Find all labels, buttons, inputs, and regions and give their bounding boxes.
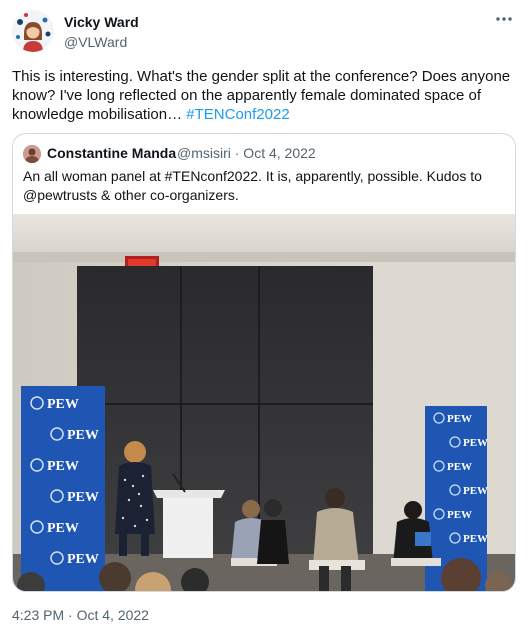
svg-text:PEW: PEW	[47, 521, 79, 536]
tweet-card: Vicky Ward @VLWard This is interesting. …	[0, 0, 528, 634]
tweet-text: This is interesting. What's the gender s…	[12, 67, 512, 124]
quoted-tweet[interactable]: Constantine Manda @msisiri · Oct 4, 2022…	[12, 133, 516, 592]
svg-text:PEW: PEW	[463, 533, 488, 545]
svg-text:PEW: PEW	[447, 413, 472, 425]
svg-text:PEW: PEW	[67, 490, 99, 505]
tweet-timestamp[interactable]: 4:23 PM · Oct 4, 2022	[12, 607, 149, 623]
svg-text:PEW: PEW	[463, 485, 488, 497]
quoted-author-meta[interactable]: @msisiri · Oct 4, 2022	[177, 145, 316, 161]
more-horizontal-icon	[496, 17, 512, 21]
svg-text:PEW: PEW	[47, 459, 79, 474]
quoted-author-avatar[interactable]	[23, 145, 41, 163]
svg-text:PEW: PEW	[447, 509, 472, 521]
svg-text:PEW: PEW	[67, 552, 99, 567]
svg-text:PEW: PEW	[47, 397, 79, 412]
more-options-button[interactable]	[492, 10, 516, 28]
quoted-author-name[interactable]: Constantine Manda	[47, 145, 176, 161]
svg-text:PEW: PEW	[447, 461, 472, 473]
quoted-tweet-text: An all woman panel at #TENconf2022. It i…	[23, 168, 482, 203]
author-avatar[interactable]	[12, 10, 54, 52]
svg-text:PEW: PEW	[67, 428, 99, 443]
hashtag-link[interactable]: #TENConf2022	[186, 106, 289, 123]
author-name[interactable]: Vicky Ward	[64, 14, 139, 30]
svg-text:PEW: PEW	[463, 437, 488, 449]
author-handle[interactable]: @VLWard	[64, 34, 127, 50]
conference-photo[interactable]: PEW PEW PEW PEW PEW PEW PEW PEW PEW PEW …	[13, 214, 515, 591]
